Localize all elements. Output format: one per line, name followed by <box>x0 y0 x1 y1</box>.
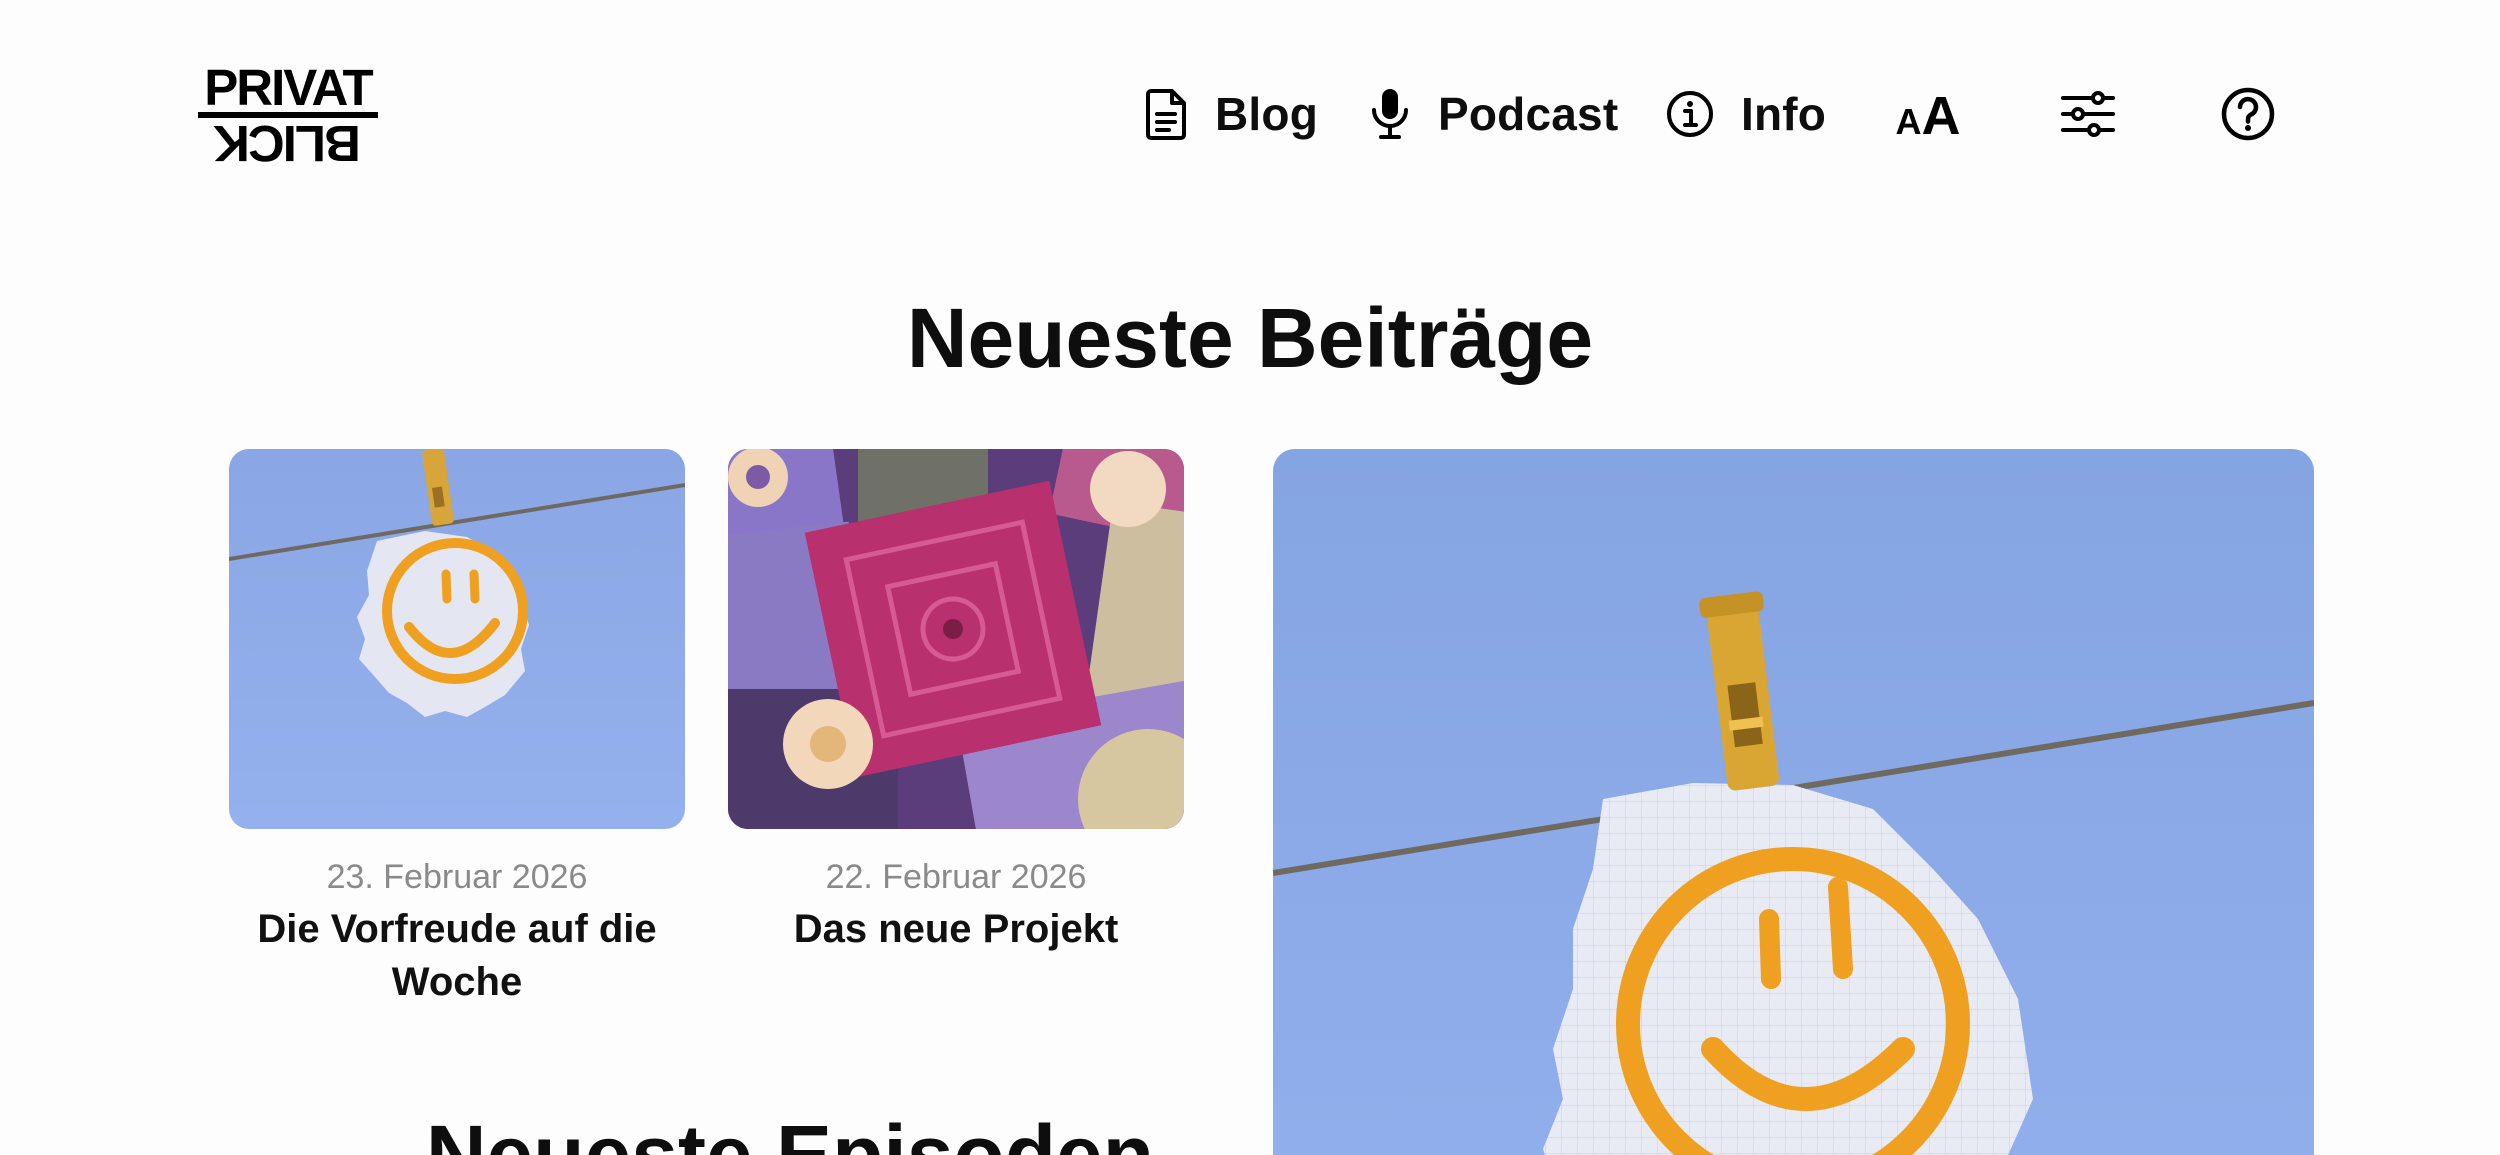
nav-podcast[interactable]: Podcast <box>1368 82 1618 146</box>
nav-info[interactable]: Info <box>1665 82 1826 146</box>
font-size-button[interactable]: AA <box>1894 82 1962 150</box>
post-thumbnail-crochet <box>728 449 1184 829</box>
page: PRIVAT BLICK Blog Podcast Info AA Neuest… <box>0 0 2500 1155</box>
post-title[interactable]: Das neue Projekt <box>728 903 1184 956</box>
post-card[interactable]: 23. Februar 2026 Die Vorfreude auf die W… <box>229 449 685 1009</box>
post-date: 22. Februar 2026 <box>825 858 1087 896</box>
document-icon <box>1145 87 1189 141</box>
post-card[interactable]: 22. Februar 2026 Das neue Projekt <box>728 449 1184 956</box>
sliders-icon <box>2060 89 2116 144</box>
info-circle-icon <box>1665 89 1715 139</box>
logo-line-1: PRIVAT <box>204 59 373 116</box>
question-circle-icon <box>2220 86 2276 147</box>
nav-blog[interactable]: Blog <box>1145 82 1318 146</box>
site-logo[interactable]: PRIVAT BLICK <box>197 59 379 172</box>
featured-image-smiley[interactable] <box>1273 449 2314 1155</box>
logo-line-2: BLICK <box>215 115 361 172</box>
post-date: 23. Februar 2026 <box>326 858 588 896</box>
nav-blog-label: Blog <box>1215 88 1318 140</box>
latest-episodes-heading: Neueste Episoden <box>425 1108 1155 1155</box>
latest-posts-heading: Neueste Beiträge <box>906 291 1594 385</box>
nav-podcast-label: Podcast <box>1438 88 1619 140</box>
nav-info-label: Info <box>1741 88 1827 140</box>
post-title[interactable]: Die Vorfreude auf die Woche <box>229 903 685 1009</box>
post-thumbnail-smiley <box>229 449 685 829</box>
help-button[interactable] <box>2214 82 2282 150</box>
microphone-icon <box>1368 86 1412 142</box>
settings-button[interactable] <box>2054 82 2122 150</box>
font-size-icon: AA <box>1895 86 1961 146</box>
